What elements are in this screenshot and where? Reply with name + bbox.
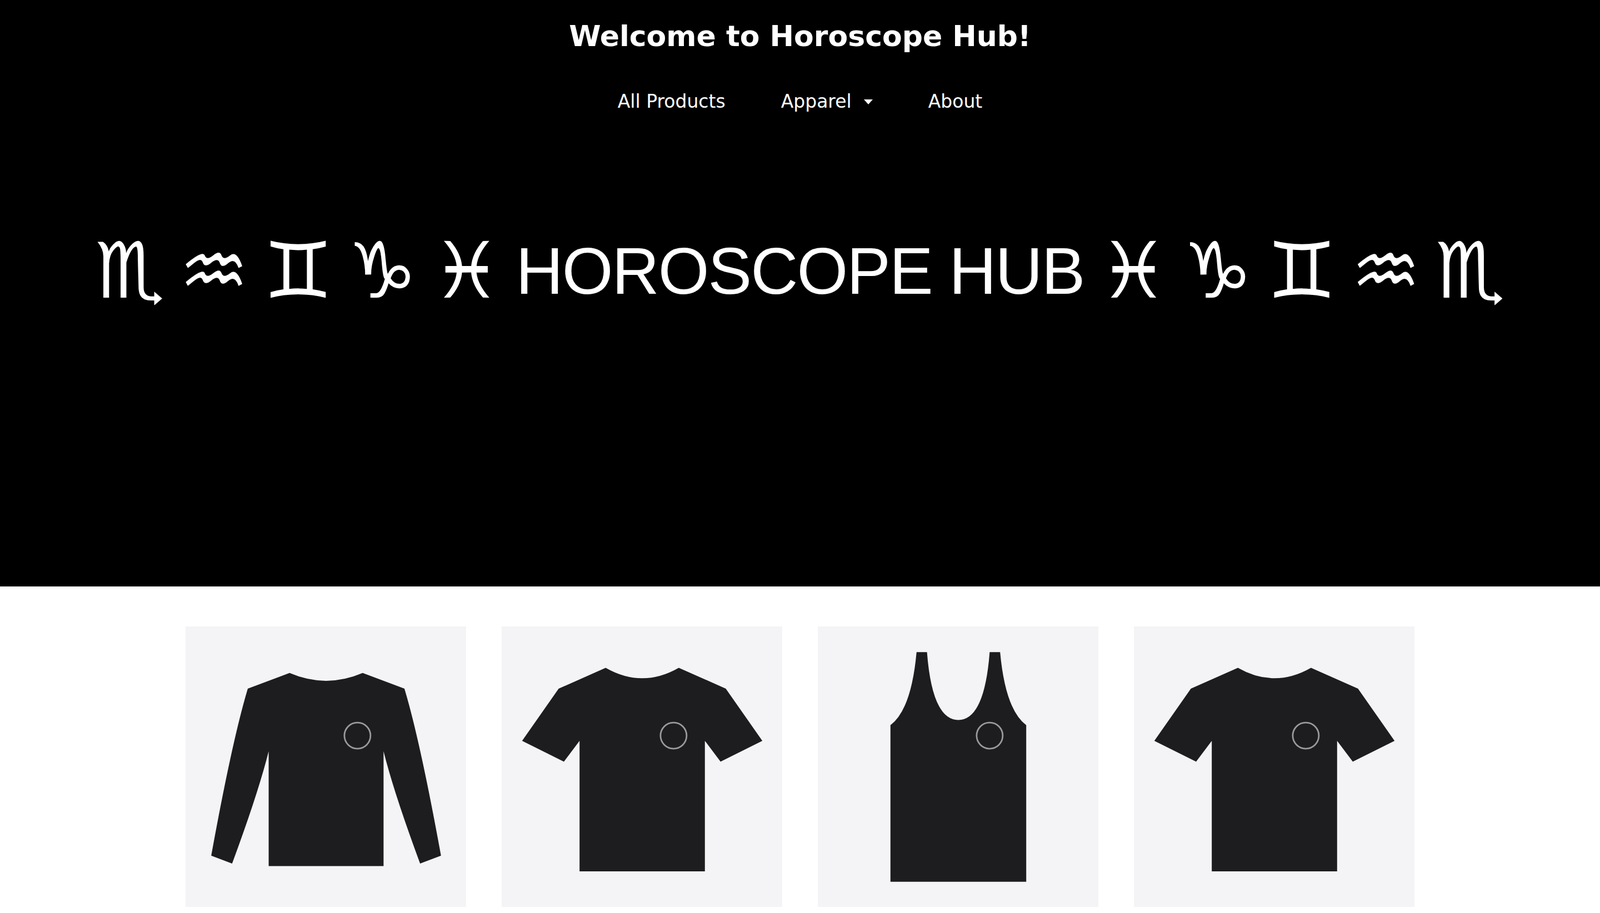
shirt-image-icon <box>1143 636 1405 898</box>
banner: ♏♒♊♑♓HOROSCOPE HUB♓♑♊♒♏ <box>95 224 1505 318</box>
header: Welcome to Horoscope Hub! All Products App… <box>0 0 1600 587</box>
product-grid <box>0 586 1600 908</box>
site-title: Welcome to Horoscope Hub! <box>568 17 1032 56</box>
product-card[interactable] <box>817 626 1099 908</box>
main-nav: All Products Apparel About <box>617 90 983 114</box>
product-card[interactable] <box>501 626 783 908</box>
shirt-image-icon <box>195 636 457 898</box>
zodiac-sign-icon: ♑ <box>347 224 418 318</box>
caret-down-icon <box>863 99 873 105</box>
nav-item[interactable]: Apparel <box>781 90 873 114</box>
product-card[interactable] <box>185 626 467 908</box>
product-card[interactable] <box>1133 626 1415 908</box>
nav-item[interactable]: About <box>928 90 983 114</box>
zodiac-sign-icon: ♒ <box>178 224 249 318</box>
nav-item[interactable]: All Products <box>617 90 726 114</box>
banner-logo-text: HOROSCOPE HUB <box>515 232 1084 312</box>
zodiac-sign-icon: ♏ <box>1435 224 1506 318</box>
zodiac-sign-icon: ♏ <box>95 224 165 318</box>
zodiac-sign-icon: ♊ <box>263 224 334 318</box>
page: Welcome to Horoscope Hub! All Products App… <box>0 0 1600 913</box>
zodiac-sign-icon: ♒ <box>1351 224 1422 318</box>
zodiac-sign-icon: ♊ <box>1267 224 1338 318</box>
shirt-image-icon <box>511 636 773 898</box>
shirt-image-icon <box>827 636 1089 898</box>
zodiac-sign-icon: ♓ <box>1098 224 1169 318</box>
zodiac-sign-icon: ♑ <box>1182 224 1253 318</box>
zodiac-sign-icon: ♓ <box>431 224 502 318</box>
